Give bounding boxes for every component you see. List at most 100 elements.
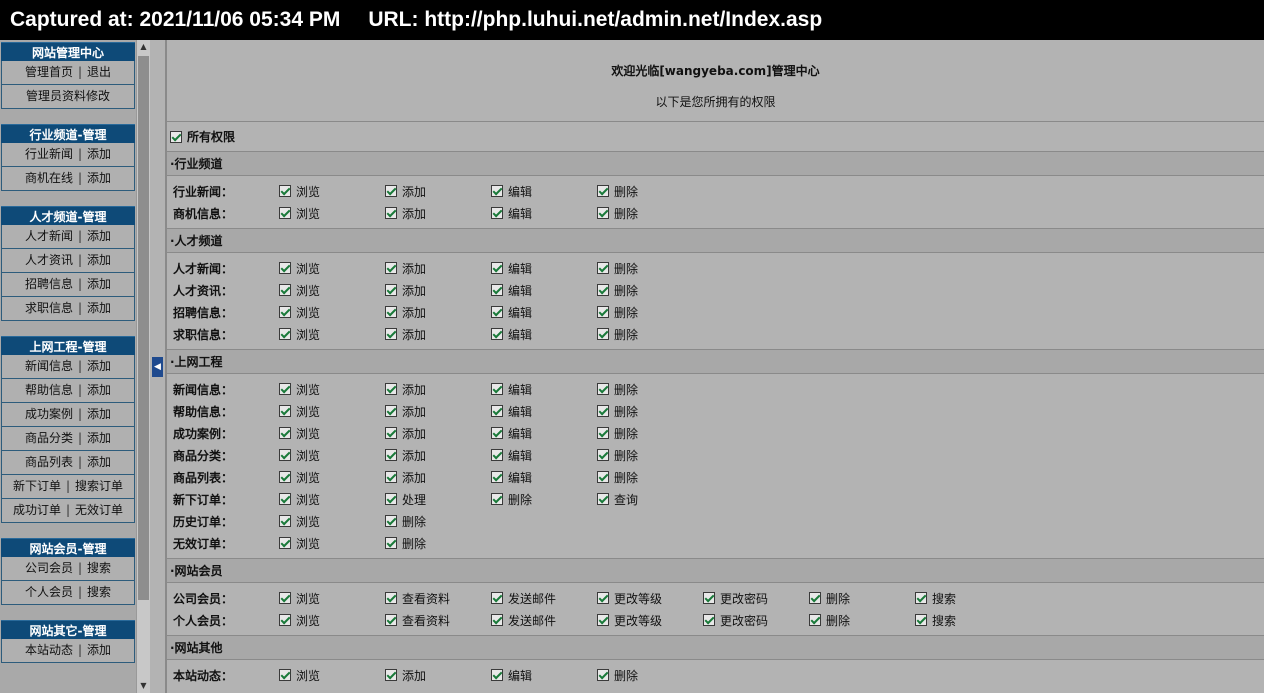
permission-option[interactable]: 删除: [597, 326, 638, 343]
permission-option[interactable]: 删除: [385, 535, 426, 552]
permission-option[interactable]: 浏览: [279, 612, 320, 629]
sidebar-link[interactable]: 无效订单: [75, 503, 123, 517]
sidebar-link[interactable]: 求职信息: [25, 301, 73, 315]
sidebar-link[interactable]: 添加: [87, 147, 111, 161]
sidebar-group-title[interactable]: 网站管理中心: [1, 42, 135, 61]
permission-option[interactable]: 编辑: [491, 205, 532, 222]
sidebar-group-title[interactable]: 行业频道-管理: [1, 124, 135, 143]
permission-checkbox[interactable]: [597, 262, 609, 274]
permission-checkbox[interactable]: [491, 449, 503, 461]
permission-option[interactable]: 添加: [385, 425, 426, 442]
permission-option[interactable]: 浏览: [279, 205, 320, 222]
sidebar-group-title[interactable]: 上网工程-管理: [1, 336, 135, 355]
scroll-down-icon[interactable]: ▼: [137, 679, 150, 693]
permission-option[interactable]: 浏览: [279, 282, 320, 299]
permission-option[interactable]: 添加: [385, 282, 426, 299]
permission-checkbox[interactable]: [279, 284, 291, 296]
permission-checkbox[interactable]: [597, 471, 609, 483]
collapse-sidebar-icon[interactable]: ◀: [152, 357, 163, 377]
permission-checkbox[interactable]: [279, 262, 291, 274]
permission-checkbox[interactable]: [703, 592, 715, 604]
sidebar-link[interactable]: 添加: [87, 229, 111, 243]
sidebar-link[interactable]: 添加: [87, 643, 111, 657]
permission-checkbox[interactable]: [491, 284, 503, 296]
sidebar-link[interactable]: 人才资讯: [25, 253, 73, 267]
permission-option[interactable]: 编辑: [491, 447, 532, 464]
permission-option[interactable]: 添加: [385, 403, 426, 420]
sidebar-link[interactable]: 添加: [87, 407, 111, 421]
permission-checkbox[interactable]: [491, 185, 503, 197]
permission-checkbox[interactable]: [385, 493, 397, 505]
permission-option[interactable]: 添加: [385, 183, 426, 200]
permission-checkbox[interactable]: [279, 592, 291, 604]
permission-checkbox[interactable]: [385, 427, 397, 439]
sidebar-link[interactable]: 商机在线: [25, 171, 73, 185]
permission-option[interactable]: 添加: [385, 260, 426, 277]
permission-checkbox[interactable]: [385, 207, 397, 219]
permission-option[interactable]: 处理: [385, 491, 426, 508]
permission-checkbox[interactable]: [279, 383, 291, 395]
permission-option[interactable]: 添加: [385, 326, 426, 343]
permission-option[interactable]: 浏览: [279, 326, 320, 343]
scroll-up-icon[interactable]: ▲: [137, 40, 150, 54]
permission-option[interactable]: 删除: [597, 381, 638, 398]
permission-option[interactable]: 删除: [597, 425, 638, 442]
permission-option[interactable]: 删除: [597, 183, 638, 200]
permission-checkbox[interactable]: [491, 328, 503, 340]
permission-checkbox[interactable]: [597, 284, 609, 296]
permission-option[interactable]: 删除: [597, 447, 638, 464]
permission-option[interactable]: 编辑: [491, 381, 532, 398]
permission-option[interactable]: 查看资料: [385, 590, 450, 607]
permission-checkbox[interactable]: [279, 449, 291, 461]
permission-checkbox[interactable]: [279, 515, 291, 527]
permission-checkbox[interactable]: [809, 592, 821, 604]
permission-checkbox[interactable]: [279, 207, 291, 219]
sidebar-link[interactable]: 添加: [87, 359, 111, 373]
permission-option[interactable]: 更改密码: [703, 612, 768, 629]
sidebar-link[interactable]: 商品列表: [25, 455, 73, 469]
permission-checkbox[interactable]: [597, 427, 609, 439]
permission-option[interactable]: 删除: [597, 205, 638, 222]
sidebar-link[interactable]: 商品分类: [25, 431, 73, 445]
permission-option[interactable]: 删除: [597, 403, 638, 420]
all-permissions-checkbox[interactable]: [170, 130, 182, 143]
permission-checkbox[interactable]: [491, 592, 503, 604]
permission-option[interactable]: 浏览: [279, 513, 320, 530]
permission-option[interactable]: 浏览: [279, 403, 320, 420]
permission-option[interactable]: 编辑: [491, 282, 532, 299]
permission-option[interactable]: 查看资料: [385, 612, 450, 629]
permission-option[interactable]: 添加: [385, 304, 426, 321]
sidebar-link[interactable]: 管理首页: [25, 65, 73, 79]
permission-checkbox[interactable]: [385, 669, 397, 681]
permission-checkbox[interactable]: [597, 614, 609, 626]
sidebar-link[interactable]: 添加: [87, 383, 111, 397]
permission-checkbox[interactable]: [385, 262, 397, 274]
sidebar-link[interactable]: 添加: [87, 171, 111, 185]
permission-checkbox[interactable]: [491, 383, 503, 395]
permission-option[interactable]: 浏览: [279, 491, 320, 508]
permission-option[interactable]: 删除: [597, 304, 638, 321]
permission-checkbox[interactable]: [491, 262, 503, 274]
permission-checkbox[interactable]: [597, 383, 609, 395]
permission-checkbox[interactable]: [385, 614, 397, 626]
permission-checkbox[interactable]: [385, 405, 397, 417]
permission-option[interactable]: 编辑: [491, 183, 532, 200]
permission-option[interactable]: 删除: [597, 469, 638, 486]
sidebar-link[interactable]: 行业新闻: [25, 147, 73, 161]
permission-checkbox[interactable]: [385, 471, 397, 483]
permission-option[interactable]: 编辑: [491, 304, 532, 321]
permission-checkbox[interactable]: [597, 207, 609, 219]
sidebar-link[interactable]: 新下订单: [13, 479, 61, 493]
permission-checkbox[interactable]: [279, 427, 291, 439]
sidebar-link[interactable]: 添加: [87, 431, 111, 445]
permission-checkbox[interactable]: [491, 669, 503, 681]
permission-option[interactable]: 编辑: [491, 667, 532, 684]
permission-checkbox[interactable]: [385, 449, 397, 461]
permission-option[interactable]: 查询: [597, 491, 638, 508]
permission-checkbox[interactable]: [597, 592, 609, 604]
permission-option[interactable]: 浏览: [279, 425, 320, 442]
permission-checkbox[interactable]: [491, 207, 503, 219]
permission-checkbox[interactable]: [385, 284, 397, 296]
permission-option[interactable]: 更改等级: [597, 612, 662, 629]
permission-option[interactable]: 更改等级: [597, 590, 662, 607]
